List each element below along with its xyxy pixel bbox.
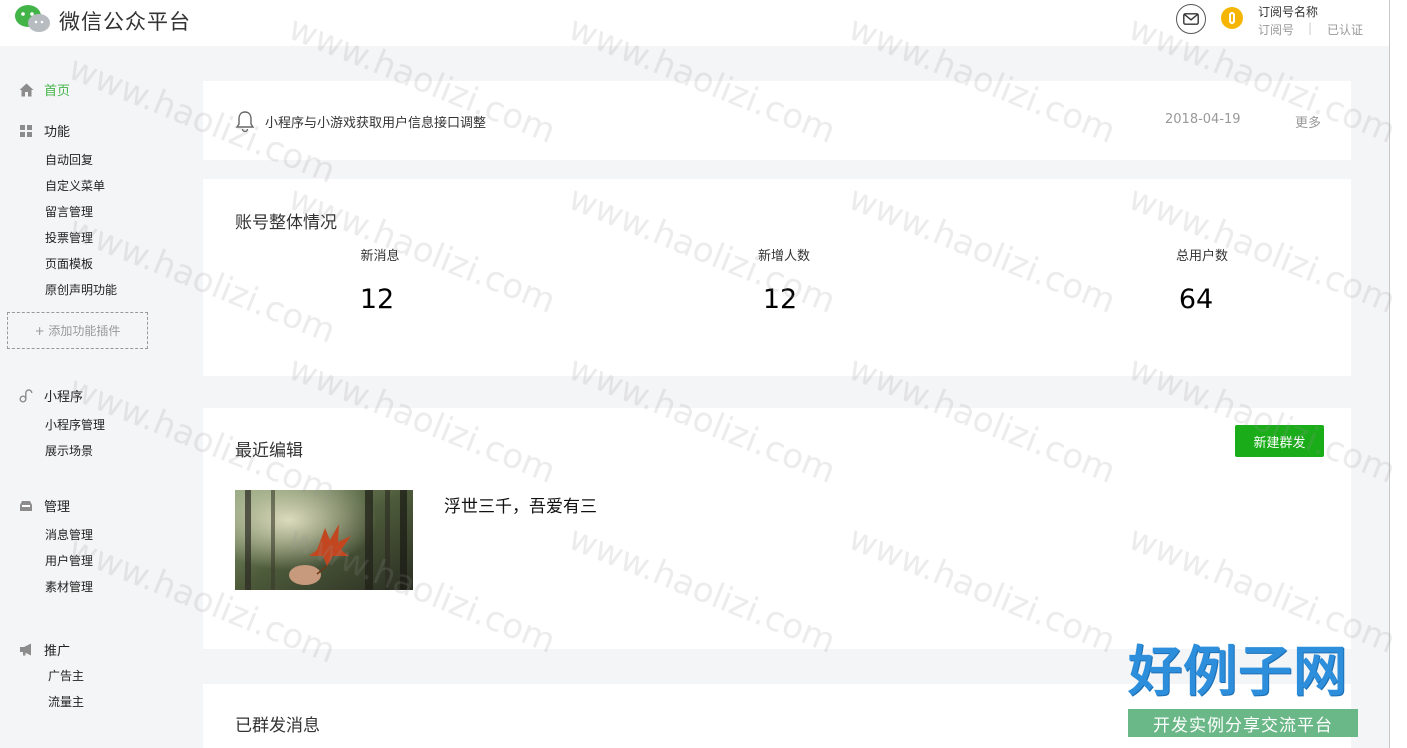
recent-title: 最近编辑 [235, 441, 303, 461]
sidebar-item-auto-reply[interactable]: 自动回复 [45, 151, 93, 168]
sidebar-group-label: 管理 [44, 500, 71, 515]
megaphone-icon [18, 642, 34, 658]
sidebar: 首页 功能 自动回复 自定义菜单 留言管理 投票管理 页面模板 原创声明功能 +… [0, 46, 200, 748]
sent-title: 已群发消息 [235, 716, 320, 736]
account-verified-status: 已认证 [1327, 23, 1364, 37]
sidebar-item-page-templates[interactable]: 页面模板 [45, 255, 93, 272]
sidebar-item-miniprogram-manage[interactable]: 小程序管理 [45, 416, 105, 433]
recent-edits-card: 最近编辑 新建群发 浮世三千，吾爱有三 [203, 408, 1351, 649]
notice-card: 小程序与小游戏获取用户信息接口调整 2018-04-19 更多 [203, 81, 1351, 160]
account-name[interactable]: 订阅号名称 [1258, 3, 1318, 20]
stat-new-followers[interactable]: 新增人数 12 [729, 245, 839, 315]
sidebar-group-label: 小程序 [44, 390, 84, 405]
article-thumbnail[interactable] [235, 490, 413, 590]
sidebar-home-label: 首页 [44, 84, 71, 99]
account-avatar[interactable] [1221, 7, 1243, 29]
brand-logo-subtitle: 开发实例分享交流平台 [1128, 709, 1358, 737]
inbox-icon [18, 498, 34, 514]
sidebar-group-manage: 管理 [18, 496, 70, 515]
sidebar-item-display-scenes[interactable]: 展示场景 [45, 442, 93, 459]
sidebar-item-publisher[interactable]: 流量主 [48, 693, 84, 710]
sidebar-item-materials[interactable]: 素材管理 [45, 578, 93, 595]
bell-icon [235, 111, 255, 132]
sidebar-item-messages[interactable]: 消息管理 [45, 526, 93, 543]
sidebar-item-home[interactable]: 首页 [18, 80, 70, 99]
top-header: 微信公众平台 订阅号名称 订阅号 | 已认证 [0, 0, 1389, 46]
sidebar-item-custom-menu[interactable]: 自定义菜单 [45, 177, 105, 194]
sidebar-group-promotion: 推广 [18, 640, 70, 659]
sidebar-group-features: 功能 [18, 121, 70, 140]
sidebar-group-miniprogram: 小程序 [18, 386, 83, 405]
stat-value: 12 [762, 284, 798, 315]
account-type: 订阅号 [1258, 23, 1295, 37]
stat-label: 新增人数 [757, 249, 810, 264]
home-icon [18, 82, 34, 98]
app-title[interactable]: 微信公众平台 [59, 6, 191, 36]
sidebar-item-votes[interactable]: 投票管理 [45, 229, 93, 246]
stat-label: 总用户数 [1175, 249, 1228, 264]
mail-button[interactable] [1176, 4, 1206, 34]
sidebar-group-label: 功能 [44, 125, 71, 140]
stat-new-messages[interactable]: 新消息 12 [330, 245, 430, 315]
new-mass-send-button[interactable]: 新建群发 [1235, 425, 1324, 457]
stat-total-users[interactable]: 总用户数 64 [1147, 245, 1257, 315]
sidebar-item-original-claim[interactable]: 原创声明功能 [45, 281, 117, 298]
grid-icon [18, 123, 34, 139]
account-separator: | [1308, 21, 1313, 35]
account-overview-card: 账号整体情况 新消息 12 新增人数 12 总用户数 64 [203, 179, 1351, 376]
brand-logo-title: 好例子网 [1128, 640, 1348, 703]
stat-value: 64 [1178, 284, 1214, 315]
overview-title: 账号整体情况 [235, 213, 337, 233]
add-plugin-button[interactable]: + 添加功能插件 [7, 312, 148, 349]
notice-more-link[interactable]: 更多 [1295, 112, 1321, 131]
sidebar-group-label: 推广 [44, 644, 71, 659]
notice-date: 2018-04-19 [1165, 112, 1241, 127]
coin-icon [1229, 12, 1235, 24]
link-icon [18, 388, 34, 404]
notice-link[interactable]: 小程序与小游戏获取用户信息接口调整 [265, 112, 486, 131]
sidebar-item-comments[interactable]: 留言管理 [45, 203, 93, 220]
stat-label: 新消息 [360, 249, 400, 264]
wechat-logo-icon [15, 5, 50, 32]
article-title-link[interactable]: 浮世三千，吾爱有三 [444, 492, 597, 517]
right-edge-strip [1390, 0, 1407, 748]
sidebar-item-users[interactable]: 用户管理 [45, 552, 93, 569]
envelope-icon [1183, 13, 1199, 25]
stat-value: 12 [359, 284, 395, 315]
sidebar-item-advertiser[interactable]: 广告主 [48, 667, 84, 684]
